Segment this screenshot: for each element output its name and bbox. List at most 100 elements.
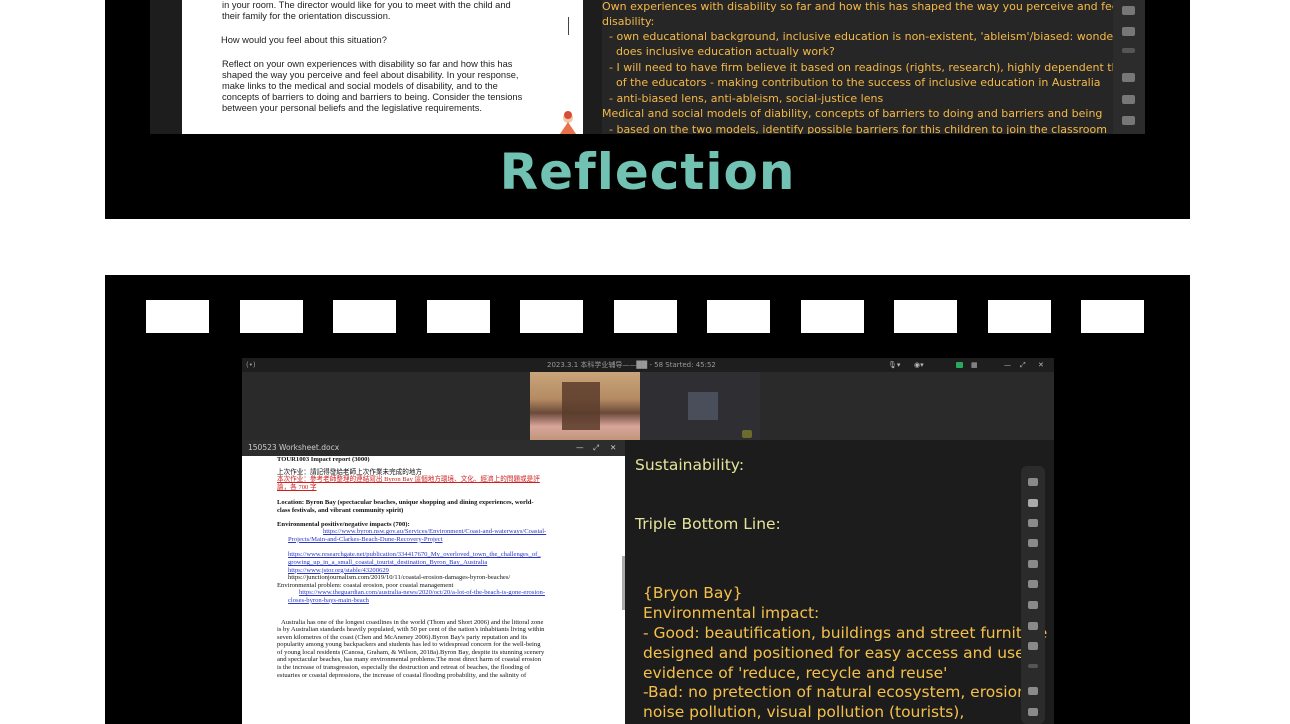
doc-link[interactable]: https://www.researchgate.net/publication… bbox=[277, 551, 589, 559]
text-icon[interactable] bbox=[1028, 560, 1038, 568]
pen-icon[interactable] bbox=[1028, 519, 1038, 527]
record-icon[interactable] bbox=[956, 362, 963, 368]
edit-icon[interactable] bbox=[1122, 73, 1135, 82]
notes-line: - anti-biased lens, anti-ableism, social… bbox=[602, 92, 884, 105]
participant-video-tile[interactable] bbox=[530, 372, 640, 440]
doc-heading: TOUR1003 Impact report (3000) bbox=[277, 456, 370, 463]
participant-face bbox=[562, 382, 600, 430]
shape-icon[interactable] bbox=[1028, 601, 1038, 609]
doc-link[interactable]: https://www.byron.nsw.gov.au/Services/En… bbox=[277, 528, 589, 536]
doc-link[interactable]: Projects/Main-and-Clarkes-Beach-Dune-Rec… bbox=[277, 536, 589, 544]
comment-icon[interactable] bbox=[1028, 708, 1038, 716]
notes-line: of the educators - making contribution t… bbox=[602, 76, 1101, 89]
eraser-icon[interactable] bbox=[1028, 539, 1038, 547]
notes-line: designed and positioned for easy access … bbox=[643, 644, 1030, 662]
film-hole bbox=[801, 300, 864, 333]
whiteboard-toolbar bbox=[1021, 466, 1045, 724]
doc-prompt-line: Reflect on your own experiences with dis… bbox=[222, 59, 513, 69]
doc-link[interactable]: growing_up_in_a_small_coastal_tourist_de… bbox=[277, 559, 589, 567]
notes-line: - I will need to have firm believe it ba… bbox=[602, 61, 1145, 74]
notes-line: - Good: beautification, buildings and st… bbox=[643, 624, 1048, 642]
broadcast-icon: (•) bbox=[246, 361, 256, 369]
users-icon[interactable] bbox=[1122, 116, 1135, 125]
notes-line: - own educational background, inclusive … bbox=[602, 30, 1141, 43]
select-icon[interactable] bbox=[1028, 499, 1038, 507]
stack-icon[interactable] bbox=[1028, 642, 1038, 650]
layers-icon[interactable] bbox=[1028, 664, 1038, 668]
notes-line: - based on the two models, identify poss… bbox=[602, 123, 1107, 134]
doc-line: their family for the orientation discuss… bbox=[222, 11, 391, 21]
film-hole bbox=[988, 300, 1051, 333]
doc-paragraph-line: popularity among young backpackers and s… bbox=[277, 641, 541, 649]
close-icon[interactable]: ✕ bbox=[610, 440, 616, 456]
mic-icon[interactable]: 🎙▾ bbox=[888, 358, 900, 372]
mascot-icon bbox=[560, 111, 576, 134]
notes-heading: Sustainability: bbox=[635, 456, 745, 474]
doc-link[interactable]: https://www.theguardian.com/australia-ne… bbox=[277, 589, 589, 597]
minimize-icon[interactable]: — bbox=[1004, 358, 1011, 372]
participant-video-strip bbox=[242, 372, 1054, 440]
doc-prompt-line: shaped the way you perceive and feel abo… bbox=[222, 70, 519, 80]
close-icon[interactable]: ✕ bbox=[1038, 358, 1044, 372]
grid-icon[interactable]: ▦ bbox=[971, 358, 978, 372]
expand-icon[interactable]: ⤢ bbox=[1020, 358, 1026, 372]
film-hole bbox=[614, 300, 677, 333]
doc-link[interactable]: https://www.jstor.org/stable/43200629 bbox=[277, 567, 589, 575]
drawing-toolbar bbox=[1113, 0, 1145, 134]
section-title: Reflection bbox=[499, 143, 796, 201]
cursor-icon[interactable] bbox=[1028, 478, 1038, 486]
doc-paragraph-line: and spectacular beaches, has many enviro… bbox=[277, 656, 542, 664]
participant-avatar bbox=[688, 392, 718, 420]
scissors-icon[interactable] bbox=[1028, 580, 1038, 588]
document-window: 150523 Worksheet.docx — ⤢ ✕ TOUR1003 Imp… bbox=[242, 440, 625, 724]
top-video-panel: in your room. The director would like fo… bbox=[105, 0, 1190, 219]
top-screen-capture: in your room. The director would like fo… bbox=[150, 0, 1145, 134]
document-title: 150523 Worksheet.docx bbox=[248, 443, 340, 452]
notes-heading: Triple Bottom Line: bbox=[635, 515, 781, 533]
notes-line: Medical and social models of diability, … bbox=[602, 107, 1103, 120]
status-indicator bbox=[742, 430, 752, 438]
stack-icon[interactable] bbox=[1122, 27, 1135, 36]
notes-panel: Own experiences with disability so far a… bbox=[602, 0, 1145, 134]
cloud-icon[interactable] bbox=[1122, 6, 1135, 15]
doc-prompt-line: concepts of barriers to doing and barrie… bbox=[222, 92, 523, 102]
doc-paragraph-line: estuaries or coastal depressions, the in… bbox=[277, 671, 527, 679]
notes-line: Environmental impact: bbox=[643, 604, 820, 622]
doc-link[interactable]: closes-byron-bays-main-beach bbox=[277, 597, 589, 605]
edit-icon[interactable] bbox=[1028, 687, 1038, 695]
notes-line: -Bad: no pretection of natural ecosystem… bbox=[643, 683, 1032, 701]
doc-link[interactable]: https://junctionjournalism.com/2019/10/1… bbox=[277, 574, 589, 582]
film-hole bbox=[1081, 300, 1144, 333]
film-hole bbox=[894, 300, 957, 333]
text-cursor bbox=[568, 17, 569, 35]
doc-paragraph-line: Australia has one of the longest coastli… bbox=[281, 618, 544, 626]
comment-icon[interactable] bbox=[1122, 95, 1135, 104]
film-hole bbox=[240, 300, 303, 333]
camera-icon[interactable]: ◉▾ bbox=[914, 358, 924, 372]
doc-text: 本次作业：參考老師整理的連結寫出 Byron Bay 這個地方環境、文化、經濟上… bbox=[277, 476, 540, 484]
doc-paragraph-line: of young local residents (Canosa, Graham… bbox=[277, 648, 545, 656]
participant-video-tile[interactable] bbox=[640, 372, 760, 440]
doc-paragraph-line: is the increase of transgression, especi… bbox=[277, 664, 531, 672]
film-hole bbox=[333, 300, 396, 333]
film-hole bbox=[520, 300, 583, 333]
doc-paragraph-line: seven kilometres of the coast (Chen and … bbox=[277, 633, 528, 641]
meeting-title: 2023.3.1 本科学业辅导——██ - 58 Started: 45:52 bbox=[547, 361, 716, 369]
film-hole bbox=[146, 300, 209, 333]
page: in your room. The director would like fo… bbox=[0, 0, 1290, 724]
notes-line: Own experiences with disability so far a… bbox=[602, 0, 1145, 13]
document-body: TOUR1003 Impact report (3000) 上次作业：請記得發給… bbox=[277, 456, 589, 724]
layers-icon[interactable] bbox=[1122, 48, 1135, 53]
cloud-icon[interactable] bbox=[1028, 622, 1038, 630]
doc-prompt-line: make links to the medical and social mod… bbox=[222, 81, 498, 91]
minimize-icon[interactable]: — bbox=[576, 440, 584, 456]
document-title-bar: 150523 Worksheet.docx — ⤢ ✕ bbox=[242, 440, 625, 456]
notes-line: does inclusive education actually work? bbox=[602, 45, 835, 58]
meeting-title-bar: (•) 2023.3.1 本科学业辅导——██ - 58 Started: 45… bbox=[242, 358, 1054, 372]
doc-prompt-line: between your personal beliefs and the le… bbox=[222, 103, 482, 113]
expand-icon[interactable]: ⤢ bbox=[593, 440, 599, 456]
doc-text: 論，各 700 字 bbox=[277, 483, 317, 491]
